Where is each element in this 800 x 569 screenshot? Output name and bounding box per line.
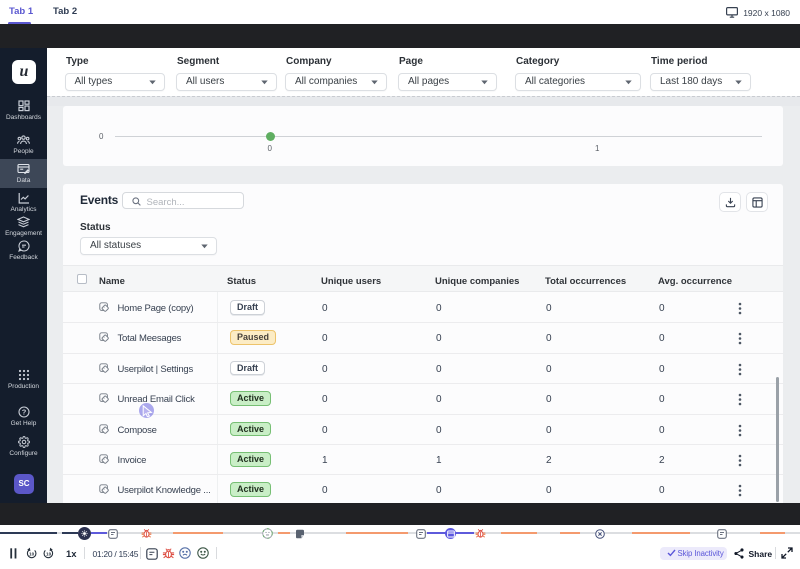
svg-text:10: 10 <box>29 551 35 556</box>
svg-text:10: 10 <box>46 551 52 556</box>
svg-text:?: ? <box>21 408 26 417</box>
